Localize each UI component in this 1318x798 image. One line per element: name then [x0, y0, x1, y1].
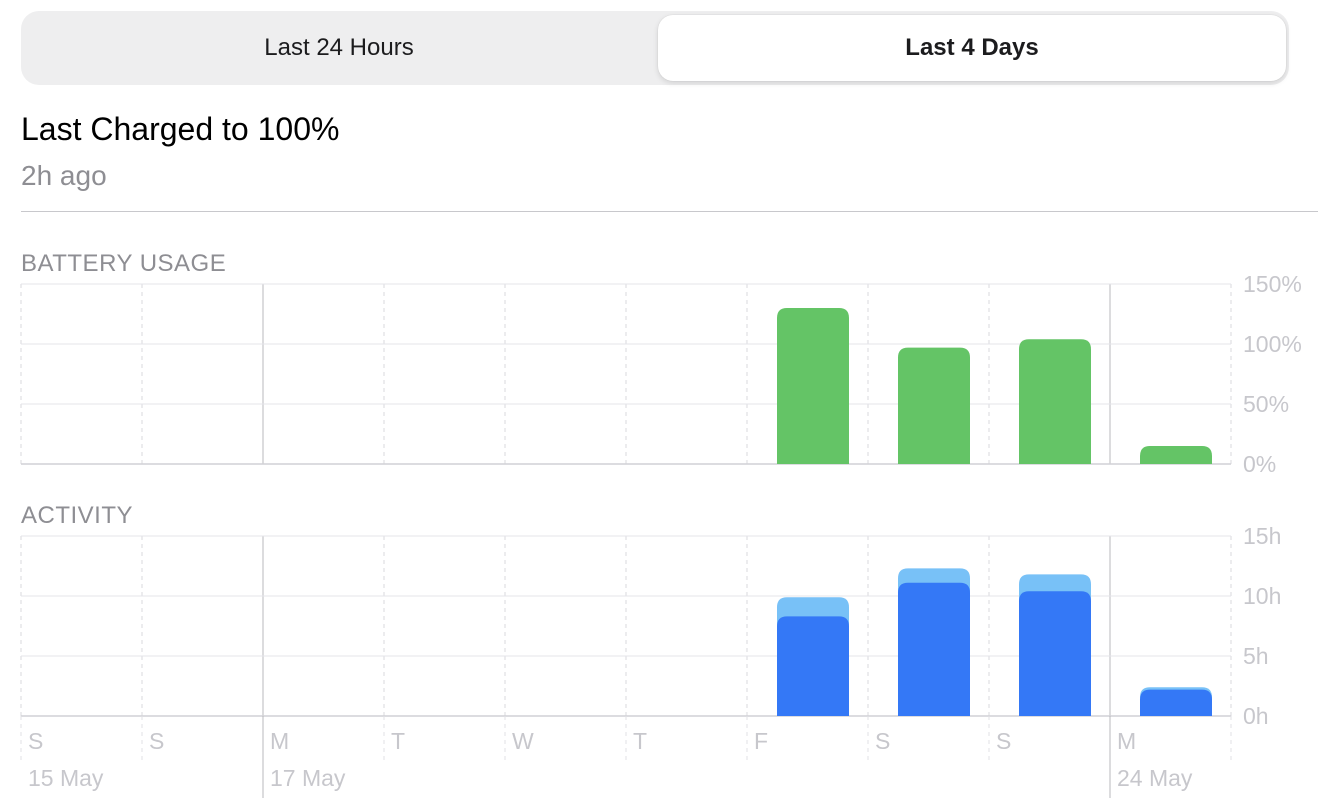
battery-y-tick-label: 50% [1243, 391, 1289, 417]
x-day-label: S [875, 728, 890, 754]
battery-y-tick-label: 100% [1243, 331, 1302, 357]
x-day-label: S [149, 728, 164, 754]
x-day-label: S [28, 728, 43, 754]
battery-bar [898, 347, 970, 464]
battery-bar [1019, 339, 1091, 464]
x-day-label: T [633, 728, 647, 754]
battery-activity-charts: 0% 50% 100% 150% 0h 5h 10h 15h S S M T W T F S S M 15 Ma… [20, 271, 1302, 798]
x-date-label: 17 May [270, 765, 346, 791]
activity-screen-on-bar [898, 582, 970, 716]
x-day-label: W [512, 728, 534, 754]
activity-y-tick-label: 15h [1243, 523, 1281, 549]
x-day-label: F [754, 728, 768, 754]
activity-screen-on-bar [777, 616, 849, 716]
x-date-label: 24 May [1117, 765, 1193, 791]
battery-bar [777, 308, 849, 464]
activity-screen-on-bar [1140, 689, 1212, 716]
x-date-label: 15 May [28, 765, 104, 791]
activity-y-tick-label: 5h [1243, 643, 1269, 669]
activity-chart: 0h 5h 10h 15h [20, 523, 1281, 729]
battery-y-tick-label: 0% [1243, 451, 1276, 477]
activity-y-tick-label: 0h [1243, 703, 1269, 729]
x-day-label: T [391, 728, 405, 754]
x-day-label: M [270, 728, 289, 754]
x-day-label: S [996, 728, 1011, 754]
battery-usage-chart: 0% 50% 100% 150% [20, 271, 1302, 477]
battery-y-tick-label: 150% [1243, 271, 1302, 297]
activity-screen-on-bar [1019, 591, 1091, 716]
battery-bar [1140, 446, 1212, 464]
x-day-label: M [1117, 728, 1136, 754]
activity-y-tick-label: 10h [1243, 583, 1281, 609]
x-axis: S S M T W T F S S M 15 May 17 May 24 May [20, 716, 1232, 798]
